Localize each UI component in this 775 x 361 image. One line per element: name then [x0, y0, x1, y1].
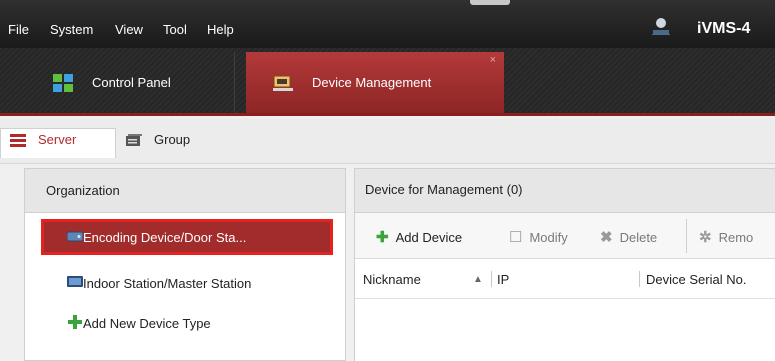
device-toolbar: ✚ Add Device ☐ Modify ✖ Delete ✲ Remo: [355, 213, 775, 259]
module-tab-bar: Control Panel Device Management ×: [0, 48, 775, 116]
tree-item-label: Add New Device Type: [83, 315, 211, 331]
column-divider: [491, 271, 492, 287]
tree-item-indoor-station[interactable]: Indoor Station/Master Station: [41, 265, 333, 301]
sort-ascending-icon[interactable]: ▲: [473, 274, 483, 285]
organization-panel: Organization Encoding Device/Door Sta...…: [24, 168, 346, 361]
menu-file[interactable]: File: [8, 22, 29, 37]
column-serial[interactable]: Device Serial No.: [646, 272, 746, 287]
close-icon[interactable]: ×: [490, 54, 496, 66]
tree-item-label: Encoding Device/Door Sta...: [83, 229, 247, 245]
remote-config-label: Remo: [718, 229, 754, 245]
tab-control-panel[interactable]: Control Panel: [20, 52, 235, 113]
device-panel-header: Device for Management (0): [355, 169, 775, 213]
device-table-header: Nickname ▲ IP Device Serial No.: [355, 259, 775, 299]
remote-config-button[interactable]: ✲ Remo: [699, 228, 753, 246]
menu-system[interactable]: System: [50, 22, 93, 37]
tree-item-label: Indoor Station/Master Station: [83, 275, 252, 291]
tree-item-encoding-device[interactable]: Encoding Device/Door Sta...: [41, 219, 333, 255]
delete-button[interactable]: ✖ Delete: [600, 228, 657, 246]
tab-label: Control Panel: [92, 75, 171, 90]
gear-icon: ✲: [699, 229, 712, 246]
tab-server[interactable]: Server: [10, 132, 76, 147]
add-device-label: Add Device: [395, 229, 463, 245]
app-title: iVMS-4: [697, 20, 751, 37]
menu-view[interactable]: View: [115, 22, 143, 37]
column-divider: [639, 271, 640, 287]
encoder-device-icon: [67, 231, 83, 242]
group-label: Group: [154, 132, 191, 147]
server-icon: [10, 133, 26, 147]
monitor-icon: [67, 276, 83, 287]
add-device-button[interactable]: ✚ Add Device: [376, 228, 462, 246]
menu-help[interactable]: Help: [207, 22, 234, 37]
server-label: Server: [38, 132, 77, 147]
menu-tool[interactable]: Tool: [163, 22, 187, 37]
delete-x-icon: ✖: [600, 229, 613, 246]
tab-label: Device Management: [312, 75, 432, 90]
tab-device-management[interactable]: Device Management ×: [246, 52, 504, 113]
edit-icon: ☐: [509, 229, 523, 246]
device-management-panel: Device for Management (0) ✚ Add Device ☐…: [354, 168, 775, 361]
device-manager-icon: [273, 75, 293, 91]
menu-bar: File System View Tool Help iVMS-4: [0, 0, 775, 48]
window-notch: [470, 0, 510, 5]
modify-button[interactable]: ☐ Modify: [509, 228, 568, 246]
column-nickname[interactable]: Nickname: [363, 272, 421, 287]
plus-icon: [68, 315, 82, 329]
column-ip[interactable]: IP: [497, 272, 509, 287]
toolbar-divider: [686, 219, 687, 253]
plus-icon: ✚: [376, 229, 389, 246]
tree-item-add-device-type[interactable]: Add New Device Type: [41, 305, 333, 341]
delete-label: Delete: [619, 229, 658, 245]
tab-group[interactable]: Group: [126, 132, 190, 147]
modify-label: Modify: [529, 229, 568, 245]
group-icon: [126, 133, 142, 146]
grid-icon: [53, 73, 73, 92]
organization-header: Organization: [25, 169, 345, 213]
view-switch-bar: Server Group: [0, 119, 775, 164]
user-logo-icon: [652, 18, 670, 35]
